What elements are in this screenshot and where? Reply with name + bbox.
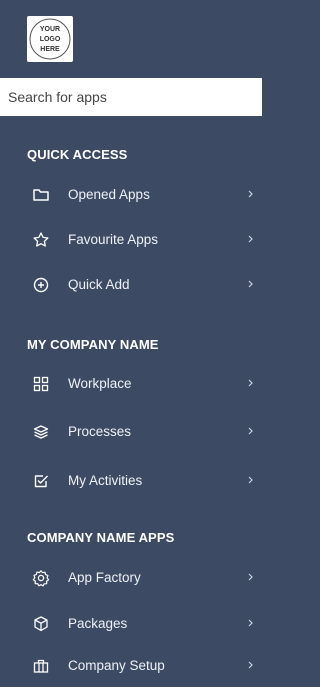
chevron-right-icon [246,471,256,489]
section-title-my-company-name: MY COMPANY NAME [27,337,159,352]
company-logo[interactable]: YOUR LOGO HERE [27,16,73,62]
section-title-company-name-apps: COMPANY NAME APPS [27,530,175,545]
chevron-right-icon [246,185,256,203]
menu-item-label: Company Setup [68,658,165,673]
checkbox-icon [32,472,50,490]
folder-icon [32,186,50,204]
menu-item-opened-apps[interactable]: Opened Apps [0,177,262,215]
menu-item-my-activities[interactable]: My Activities [0,463,262,501]
menu-item-label: Favourite Apps [68,232,159,247]
grid-icon [32,375,50,393]
chevron-right-icon [246,422,256,440]
search-bar [0,78,262,116]
plus-circle-icon [32,276,50,294]
menu-item-label: My Activities [68,473,143,488]
menu-item-app-factory[interactable]: App Factory [0,560,262,598]
menu-item-favourite-apps[interactable]: Favourite Apps [0,222,262,260]
svg-text:HERE: HERE [40,46,60,53]
section-title-quick-access: QUICK ACCESS [27,147,128,162]
chevron-right-icon [246,614,256,632]
gear-icon [32,569,50,587]
menu-item-label: Workplace [68,376,132,391]
search-input[interactable] [0,78,262,116]
menu-item-label: Opened Apps [68,187,150,202]
chevron-right-icon [246,374,256,392]
menu-item-label: Quick Add [68,277,130,292]
chevron-right-icon [246,230,256,248]
menu-item-label: App Factory [68,570,141,585]
menu-item-company-setup[interactable]: Company Setup [0,648,262,686]
layers-icon [32,423,50,441]
menu-item-packages[interactable]: Packages [0,606,262,644]
menu-item-label: Processes [68,424,132,439]
svg-text:YOUR: YOUR [40,26,60,33]
sidebar-header: YOUR LOGO HERE [0,0,262,78]
building-icon [32,657,50,675]
package-icon [32,615,50,633]
chevron-right-icon [246,275,256,293]
menu-item-label: Packages [68,616,128,631]
logo-placeholder-icon: YOUR LOGO HERE [29,18,71,60]
chevron-right-icon [246,568,256,586]
svg-text:LOGO: LOGO [40,36,61,43]
menu-item-processes[interactable]: Processes [0,414,262,452]
menu-item-quick-add[interactable]: Quick Add [0,267,262,305]
star-icon [32,231,50,249]
menu-item-workplace[interactable]: Workplace [0,366,262,404]
chevron-right-icon [246,656,256,674]
